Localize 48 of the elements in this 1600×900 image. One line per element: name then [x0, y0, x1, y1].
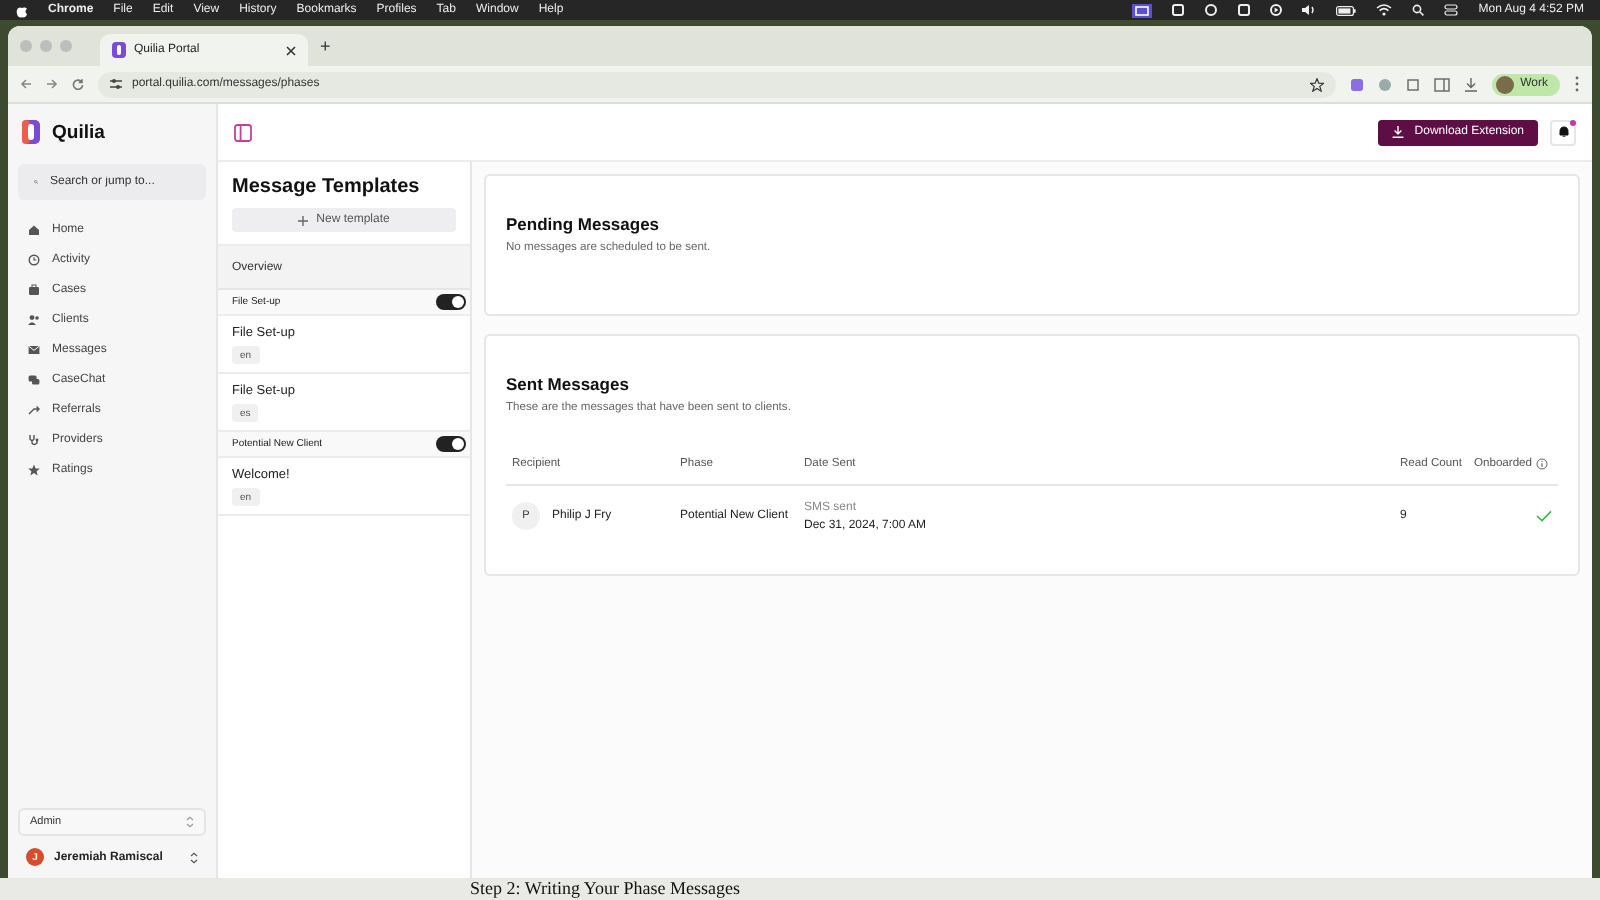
- envelope-icon: [28, 343, 40, 355]
- chevron-updown-icon: [190, 851, 198, 863]
- notification-button[interactable]: [1550, 119, 1576, 145]
- toggle-switch[interactable]: [436, 294, 466, 310]
- panel-title: Message Templates: [230, 174, 422, 202]
- search-icon[interactable]: [1412, 4, 1425, 16]
- info-icon: [1536, 457, 1549, 469]
- brand-name: Quilia: [52, 121, 105, 143]
- arrow-icon: [28, 403, 40, 415]
- toggle-switch[interactable]: [436, 436, 466, 452]
- star-icon: [28, 463, 40, 475]
- app-icon[interactable]: [1172, 4, 1185, 16]
- people-icon: [28, 313, 40, 325]
- back-arrow-icon[interactable]: [20, 78, 32, 90]
- control-center-icon[interactable]: [1444, 4, 1459, 16]
- puzzle-icon[interactable]: [1406, 77, 1421, 91]
- chat-icon: [28, 373, 40, 385]
- app-logo-icon: [22, 120, 40, 144]
- star-icon[interactable]: [1310, 77, 1325, 91]
- plus-icon: [298, 215, 309, 225]
- app-icon[interactable]: [1238, 4, 1251, 16]
- backdrop-heading: Step 2: Writing Your Phase Messages: [470, 878, 740, 898]
- section-title: Pending Messages: [506, 214, 662, 234]
- chevron-updown-icon: [186, 816, 194, 828]
- clock-icon: [28, 253, 40, 265]
- side-panel-icon[interactable]: [1434, 77, 1451, 91]
- home-icon: [28, 223, 40, 235]
- briefcase-icon: [28, 283, 40, 295]
- play-icon[interactable]: [1270, 4, 1283, 16]
- apple-icon[interactable]: [16, 3, 28, 17]
- bell-icon: [1557, 126, 1569, 138]
- stethoscope-icon: [28, 433, 40, 445]
- battery-icon[interactable]: [1336, 5, 1357, 15]
- screen-icon[interactable]: [1132, 3, 1153, 17]
- site-settings-icon[interactable]: [110, 78, 122, 90]
- wifi-icon[interactable]: [1376, 4, 1393, 16]
- new-tab-button[interactable]: +: [320, 36, 331, 56]
- sidebar-toggle-icon[interactable]: [234, 123, 252, 141]
- reload-icon[interactable]: [72, 78, 84, 90]
- more-icon[interactable]: [1574, 76, 1580, 92]
- section-title: Sent Messages: [506, 374, 631, 394]
- app-logo-icon: [112, 42, 126, 58]
- download-icon: [1392, 126, 1405, 138]
- avatar-icon: [1496, 75, 1515, 93]
- download-icon[interactable]: [1464, 77, 1479, 91]
- close-icon[interactable]: [286, 45, 296, 55]
- volume-icon[interactable]: [1302, 4, 1317, 16]
- forward-arrow-icon[interactable]: [46, 78, 58, 90]
